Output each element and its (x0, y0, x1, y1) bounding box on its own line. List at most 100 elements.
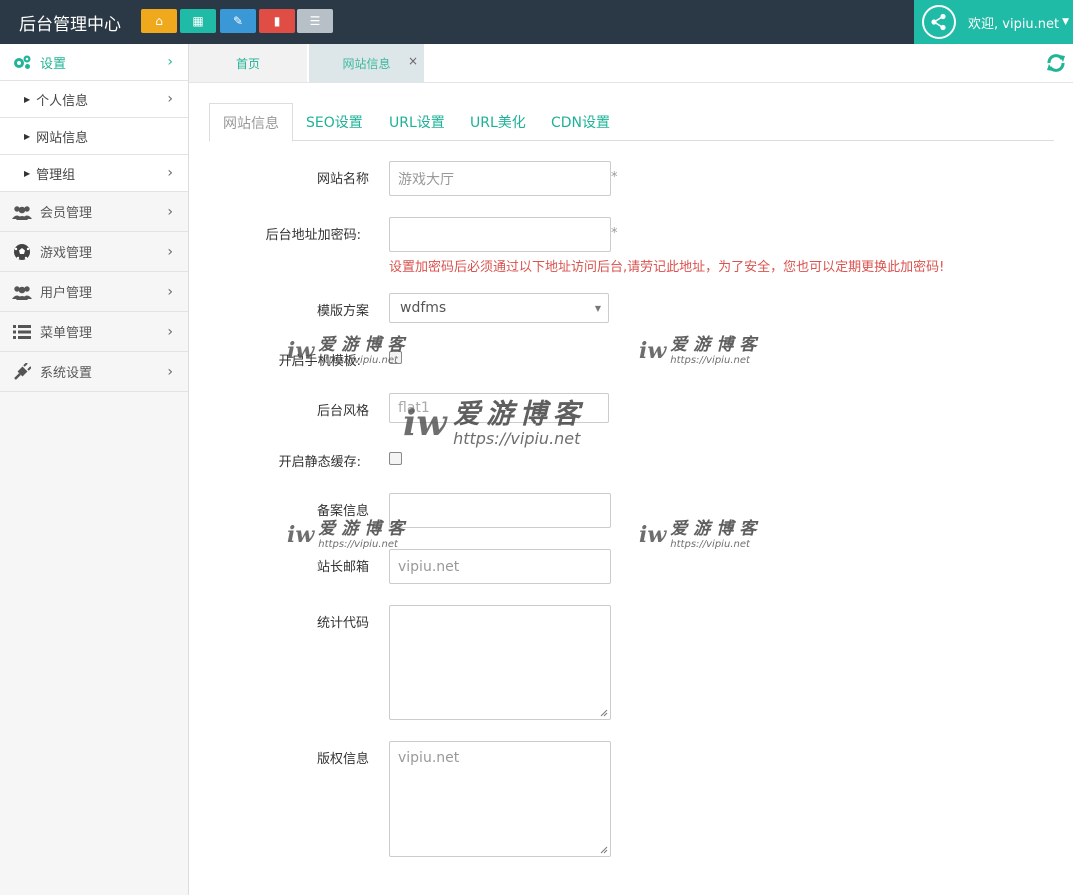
sidebar-subitem-label: 网站信息 (36, 130, 89, 146)
gears-icon (11, 53, 33, 71)
tab-cdn[interactable]: CDN设置 (551, 103, 610, 141)
icp-input[interactable] (389, 493, 611, 528)
tab-label: CDN设置 (551, 115, 611, 131)
app-title: 后台管理中心 (19, 15, 121, 35)
template-select[interactable]: wdfms ▼ (389, 293, 609, 323)
copyright-textarea[interactable]: vipiu.net (389, 741, 611, 857)
tab-label: URL美化 (470, 115, 526, 131)
sidebar-item[interactable]: 用户管理 › (0, 272, 188, 312)
static-cache-label: 开启静态缓存: (278, 455, 361, 470)
caret-right-icon: ▶ (24, 94, 31, 104)
chevron-right-icon: › (167, 203, 173, 220)
sidebar-item-label: 菜单管理 (40, 326, 93, 341)
site-name-input[interactable]: 游戏大厅 (389, 161, 611, 196)
chevron-right-icon: › (167, 54, 173, 70)
tab-label: URL设置 (389, 115, 445, 131)
sidebar-item-label: 设置 (40, 56, 67, 72)
sidebar-item-label: 用户管理 (40, 286, 93, 301)
sidebar-item[interactable]: 菜单管理 › (0, 312, 188, 352)
list-icon (11, 323, 33, 341)
chevron-right-icon: › (167, 323, 173, 340)
stats-code-label: 统计代码 (316, 616, 369, 631)
mobile-template-checkbox[interactable] (389, 351, 402, 364)
user-menu[interactable]: 欢迎, vipiu.net ▼ (914, 0, 1073, 44)
page-tab-home[interactable]: 首页 (189, 44, 307, 82)
sidebar-item[interactable]: 游戏管理 › (0, 232, 188, 272)
stats-code-textarea[interactable] (389, 605, 611, 720)
refresh-icon[interactable] (1045, 52, 1067, 74)
icp-label: 备案信息 (316, 504, 369, 519)
sidebar-item-label: 会员管理 (40, 206, 93, 221)
chevron-right-icon: › (167, 243, 173, 260)
mobile-template-label: 开启手机模板: (278, 354, 361, 369)
grid-button[interactable]: ▦ (180, 9, 216, 33)
admin-style-label: 后台风格 (316, 404, 369, 419)
sidebar-subitem[interactable]: ▶ 管理组 › (0, 155, 188, 192)
content-tabs: 网站信息 SEO设置 URL设置 URL美化 CDN设置 (209, 103, 1054, 142)
caret-right-icon: ▶ (24, 131, 31, 141)
sidebar-item-label: 系统设置 (40, 366, 93, 381)
copyright-label: 版权信息 (316, 752, 369, 767)
sidebar-item-settings[interactable]: 设置 › (0, 44, 188, 81)
tab-label: 网站信息 (223, 115, 279, 132)
chevron-right-icon: › (167, 91, 173, 107)
users-icon (11, 283, 33, 301)
page-tab-label: 网站信息 (342, 56, 391, 71)
home-button[interactable]: ⌂ (141, 9, 177, 33)
page-tab-label: 首页 (235, 56, 260, 71)
edit-button[interactable]: ✎ (220, 9, 256, 33)
required-mark: * (611, 170, 618, 185)
watermark-url: https://vipiu.net (670, 538, 750, 550)
watermark-logo-icon: iw (287, 521, 315, 548)
caret-right-icon: ▶ (24, 168, 31, 178)
sidebar: 设置 › ▶ 个人信息 › ▶ 网站信息 ▶ 管理组 › 会员管理 › 游戏管理 › 用户管理 › 菜单管… (0, 44, 189, 895)
watermark-logo-icon: iw (639, 521, 667, 548)
user-greeting: 欢迎, vipiu.net (968, 16, 1060, 32)
required-mark: * (611, 226, 618, 241)
page-tab-strip: 首页 网站信息 × (189, 44, 1073, 83)
chevron-right-icon: › (167, 283, 173, 300)
email-input[interactable]: vipiu.net (389, 549, 611, 584)
resize-handle-icon[interactable] (600, 709, 608, 717)
tab-seo[interactable]: SEO设置 (306, 103, 363, 141)
watermark-title: 爱游博客 (670, 335, 763, 355)
static-cache-checkbox[interactable] (389, 452, 402, 465)
tab-url-beautify[interactable]: URL美化 (470, 103, 526, 141)
caret-down-icon: ▼ (1062, 17, 1070, 27)
watermark-url: https://vipiu.net (453, 428, 581, 448)
watermark-title: 爱游博客 (670, 519, 763, 539)
caret-down-icon: ▼ (594, 304, 601, 313)
site-name-label: 网站名称 (316, 172, 369, 187)
template-label: 模版方案 (316, 304, 369, 319)
soccer-ball-icon (11, 243, 33, 261)
grid-icon: ▦ (192, 14, 204, 28)
admin-key-label: 后台地址加密码: (265, 228, 361, 243)
admin-key-input[interactable] (389, 217, 611, 252)
top-bar: 后台管理中心 ⌂ ▦ ✎ ▮ ☰ 欢迎, vipiu.net ▼ (0, 0, 1073, 44)
sidebar-subitem[interactable]: ▶ 个人信息 › (0, 81, 188, 118)
close-icon[interactable]: × (408, 54, 418, 68)
resize-handle-icon[interactable] (600, 846, 608, 854)
template-select-value: wdfms (400, 300, 447, 316)
trash-icon: ▮ (273, 14, 281, 28)
watermark: iw 爱游博客 https://vipiu.net (639, 520, 762, 550)
delete-button[interactable]: ▮ (259, 9, 295, 33)
sidebar-item-label: 游戏管理 (40, 246, 93, 261)
page-tab-site-info[interactable]: 网站信息 × (309, 44, 424, 82)
admin-key-hint: 设置加密码后必须通过以下地址访问后台,请劳记此地址，为了安全，您也可以定期更换此… (389, 260, 945, 275)
home-icon: ⌂ (155, 14, 163, 28)
admin-style-select[interactable]: flat1 (389, 393, 609, 423)
chevron-right-icon: › (167, 165, 173, 181)
users-icon (11, 203, 33, 221)
watermark-url: https://vipiu.net (670, 354, 750, 366)
list-icon: ☰ (309, 14, 321, 28)
watermark-logo-icon: iw (639, 337, 667, 364)
sidebar-item[interactable]: 系统设置 › (0, 352, 188, 392)
list-button[interactable]: ☰ (297, 9, 333, 33)
email-label: 站长邮箱 (316, 560, 369, 575)
chevron-right-icon: › (167, 363, 173, 380)
tab-site-info[interactable]: 网站信息 (209, 103, 293, 142)
sidebar-item[interactable]: 会员管理 › (0, 192, 188, 232)
tab-url[interactable]: URL设置 (389, 103, 445, 141)
sidebar-subitem[interactable]: ▶ 网站信息 (0, 118, 188, 155)
